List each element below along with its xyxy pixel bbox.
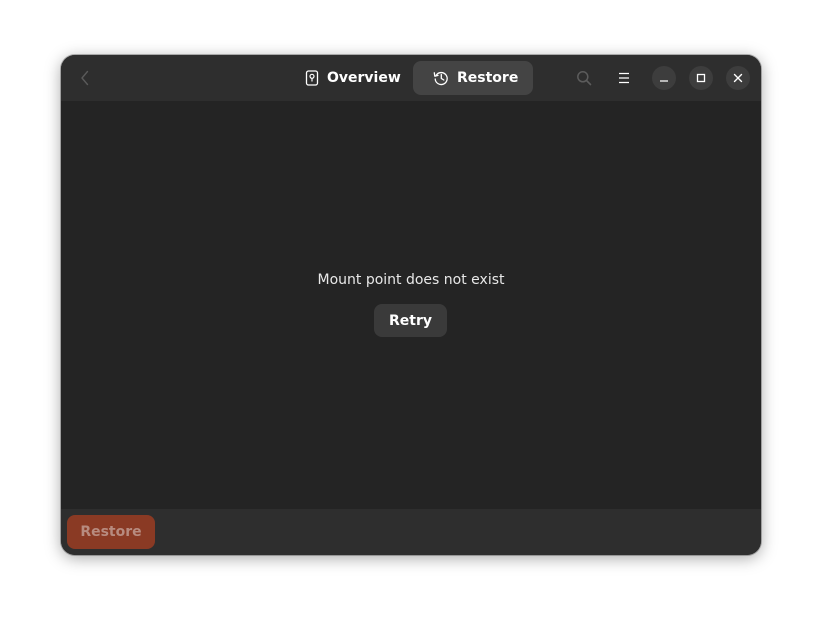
bottom-bar: Restore [61, 509, 761, 555]
maximize-icon [696, 73, 706, 83]
drive-icon [305, 70, 319, 86]
search-button[interactable] [572, 66, 596, 90]
tab-overview[interactable]: Overview [290, 61, 411, 95]
chevron-left-icon [81, 70, 89, 86]
app-window: Overview Restore Mount point does not ex… [61, 55, 761, 555]
tab-restore[interactable]: Restore [413, 61, 533, 95]
restore-content: Mount point does not exist Retry [61, 101, 761, 509]
hamburger-menu-icon [619, 72, 629, 84]
close-icon [733, 73, 743, 83]
retry-button[interactable]: Retry [374, 304, 447, 337]
close-button[interactable] [726, 66, 750, 90]
tab-restore-label: Restore [457, 70, 519, 86]
main-menu-button[interactable] [612, 66, 636, 90]
status-message: Mount point does not exist [317, 272, 505, 288]
maximize-button[interactable] [689, 66, 713, 90]
back-button[interactable] [73, 66, 97, 90]
search-icon [577, 71, 592, 86]
history-icon [433, 70, 449, 86]
restore-button[interactable]: Restore [67, 515, 155, 549]
header-bar: Overview Restore [61, 55, 761, 101]
tab-overview-label: Overview [327, 70, 401, 86]
minimize-button[interactable] [652, 66, 676, 90]
view-switcher: Overview Restore [290, 61, 533, 95]
minimize-icon [660, 80, 668, 82]
